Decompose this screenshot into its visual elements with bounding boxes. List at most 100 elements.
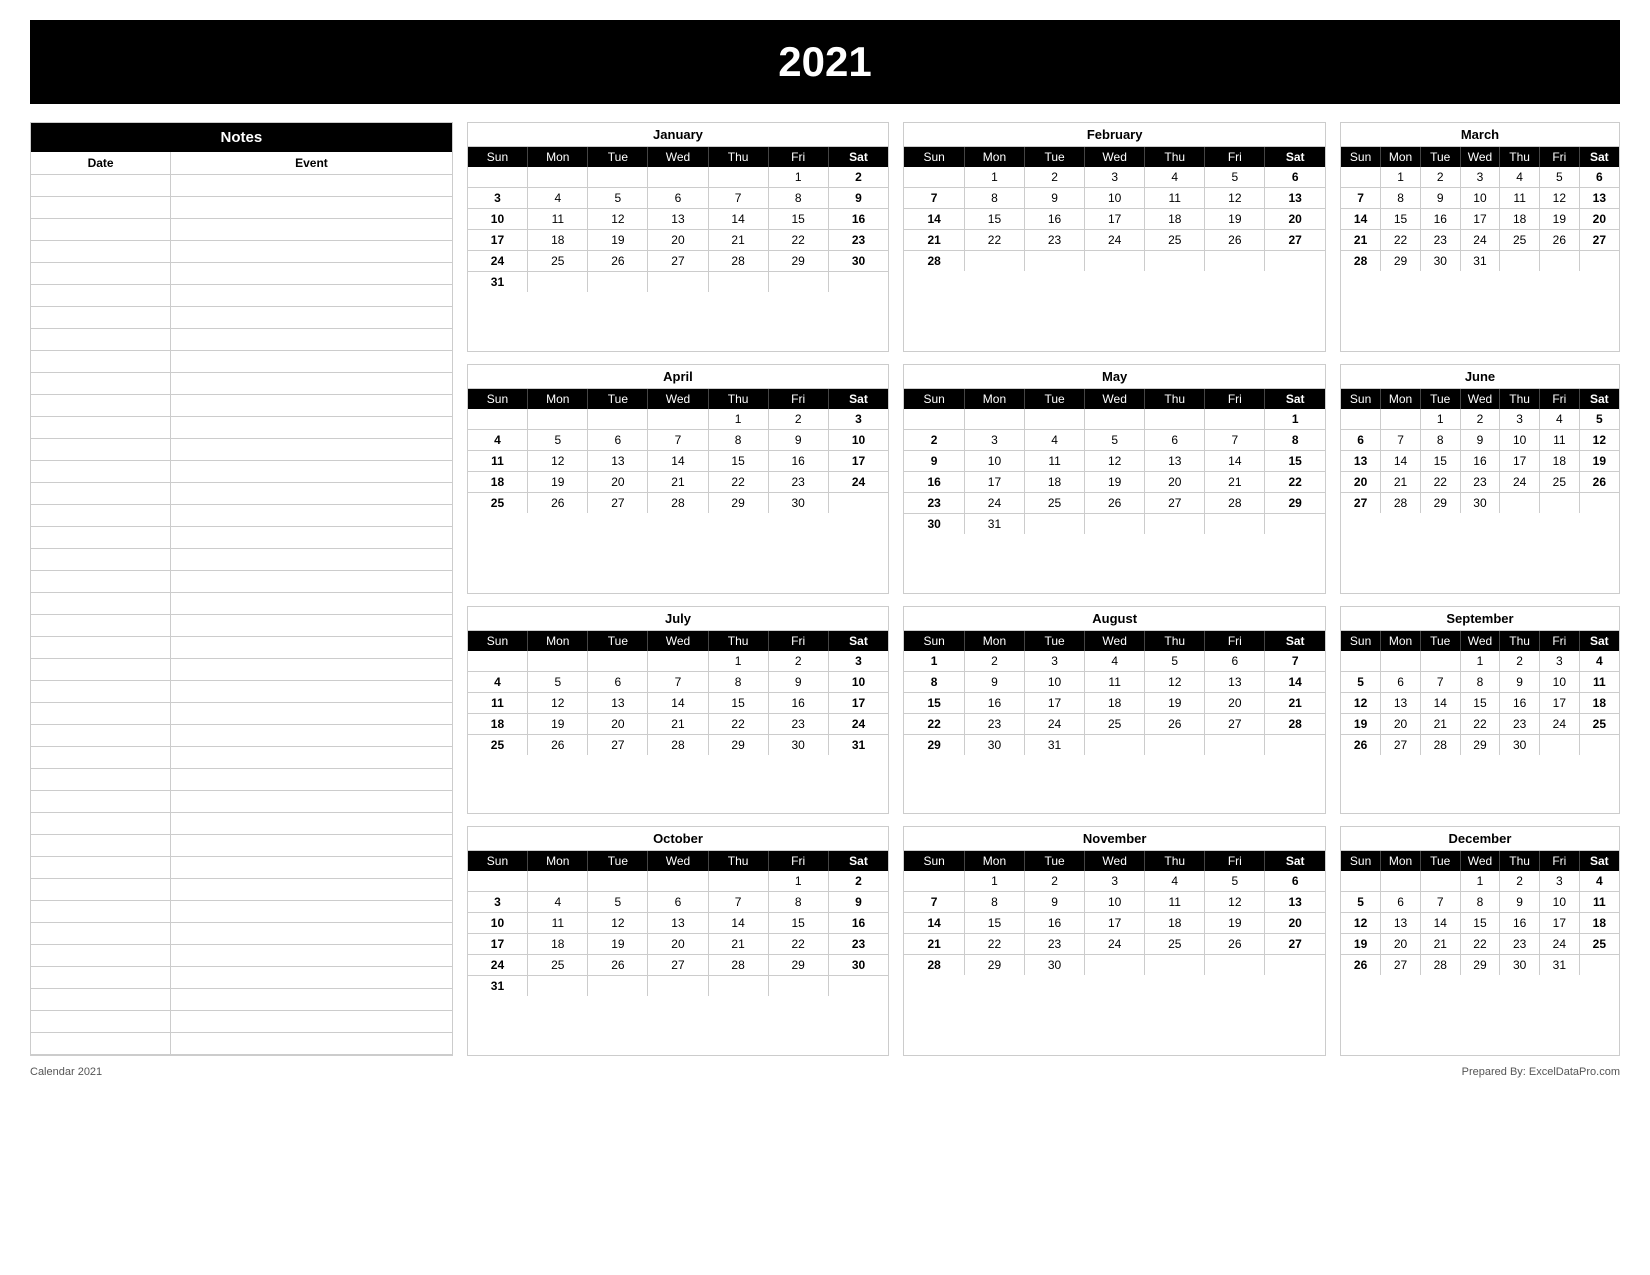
notes-date-cell: [31, 307, 171, 328]
notes-date-cell: [31, 461, 171, 482]
day-header: Fri: [1205, 147, 1265, 167]
notes-rows: [31, 175, 452, 1055]
cal-day: 2: [964, 651, 1024, 672]
cal-day: 1: [768, 871, 828, 892]
cal-day: 17: [1500, 450, 1540, 471]
cal-day: 8: [768, 188, 828, 209]
cal-day: 26: [1145, 713, 1205, 734]
cal-day: 5: [1205, 167, 1265, 188]
cal-day: 29: [1381, 251, 1421, 272]
cal-day: 30: [828, 955, 888, 976]
notes-event-cell: [171, 659, 451, 680]
cal-day: 10: [468, 913, 528, 934]
day-header: Wed: [648, 147, 708, 167]
month-block-june: JuneSunMonTueWedThuFriSat123456789101112…: [1340, 364, 1620, 594]
cal-day: [1085, 734, 1145, 755]
notes-row: [31, 813, 452, 835]
cal-day: 13: [1265, 188, 1325, 209]
cal-day: 2: [1025, 167, 1085, 188]
notes-event-cell: [171, 747, 451, 768]
notes-date-cell: [31, 1011, 171, 1032]
cal-day: 15: [1460, 913, 1500, 934]
notes-header: Date Event: [31, 152, 452, 175]
notes-date-cell: [31, 219, 171, 240]
notes-row: [31, 1011, 452, 1033]
day-header: Tue: [1025, 389, 1085, 409]
cal-day: 12: [528, 450, 588, 471]
cal-day: 2: [1420, 167, 1460, 188]
cal-day: 10: [828, 429, 888, 450]
cal-day: 9: [768, 671, 828, 692]
notes-date-cell: [31, 945, 171, 966]
notes-date-cell: [31, 483, 171, 504]
cal-day: 3: [468, 892, 528, 913]
notes-event-cell: [171, 901, 451, 922]
cal-day: 24: [1540, 713, 1580, 734]
notes-date-cell: [31, 285, 171, 306]
notes-row: [31, 901, 452, 923]
month-title: April: [468, 365, 889, 389]
cal-day: 3: [828, 651, 888, 672]
cal-day: [1420, 871, 1460, 892]
cal-day: [528, 651, 588, 672]
cal-day: 16: [828, 913, 888, 934]
day-header: Fri: [1540, 147, 1580, 167]
cal-day: 2: [828, 167, 888, 188]
cal-day: 15: [1265, 450, 1325, 471]
cal-day: 30: [1500, 955, 1540, 976]
cal-table: SunMonTueWedThuFriSat1234567891011121314…: [904, 147, 1325, 271]
cal-day: 13: [648, 209, 708, 230]
cal-day: 19: [1205, 209, 1265, 230]
cal-day: 30: [1420, 251, 1460, 272]
notes-event-cell: [171, 725, 451, 746]
calendars-grid: JanuarySunMonTueWedThuFriSat123456789101…: [30, 122, 1620, 1056]
cal-day: 30: [768, 734, 828, 755]
cal-day: 13: [1205, 671, 1265, 692]
notes-event-cell: [171, 681, 451, 702]
cal-day: 5: [1341, 671, 1381, 692]
cal-day: [528, 409, 588, 430]
cal-day: 19: [1579, 450, 1619, 471]
cal-day: 31: [828, 734, 888, 755]
cal-day: 22: [708, 713, 768, 734]
cal-day: [1341, 871, 1381, 892]
cal-day: 12: [1205, 188, 1265, 209]
cal-day: 14: [708, 209, 768, 230]
day-header: Wed: [1085, 631, 1145, 651]
cal-day: 25: [1579, 934, 1619, 955]
cal-day: 4: [1145, 167, 1205, 188]
cal-day: 14: [1205, 450, 1265, 471]
notes-event-cell: [171, 241, 451, 262]
notes-date-cell: [31, 747, 171, 768]
notes-event-cell: [171, 505, 451, 526]
cal-day: 15: [964, 913, 1024, 934]
cal-day: [1205, 513, 1265, 534]
cal-day: [1341, 651, 1381, 672]
cal-day: 11: [528, 913, 588, 934]
notes-date-cell: [31, 329, 171, 350]
cal-day: 10: [1085, 892, 1145, 913]
cal-day: 14: [1381, 450, 1421, 471]
cal-day: 18: [1579, 913, 1619, 934]
cal-day: 31: [468, 272, 528, 293]
cal-day: 18: [1025, 471, 1085, 492]
cal-day: 15: [1381, 209, 1421, 230]
cal-day: 12: [588, 209, 648, 230]
cal-day: 20: [588, 713, 648, 734]
cal-day: 2: [1500, 651, 1540, 672]
cal-day: 7: [708, 188, 768, 209]
day-header: Sat: [1265, 851, 1325, 871]
day-header: Fri: [1540, 631, 1580, 651]
notes-date-cell: [31, 175, 171, 196]
notes-event-cell: [171, 703, 451, 724]
cal-day: [828, 976, 888, 997]
cal-day: 24: [964, 492, 1024, 513]
cal-day: 13: [1145, 450, 1205, 471]
day-header: Sun: [1341, 631, 1381, 651]
day-header: Mon: [964, 631, 1024, 651]
cal-day: 21: [904, 934, 964, 955]
cal-day: 29: [1420, 492, 1460, 513]
cal-day: 20: [1145, 471, 1205, 492]
cal-day: 29: [768, 955, 828, 976]
cal-day: [1085, 251, 1145, 272]
